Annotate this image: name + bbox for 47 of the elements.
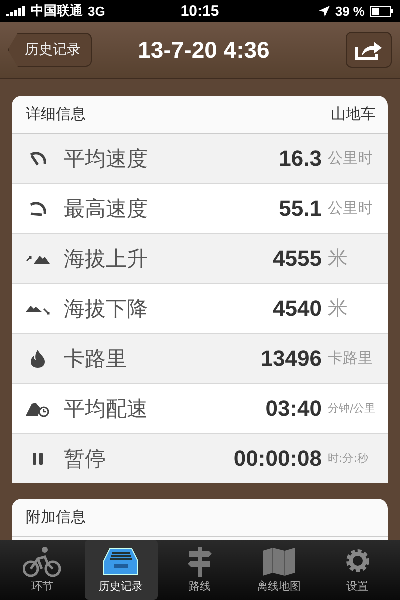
stat-value: 13496 xyxy=(260,346,322,372)
share-button[interactable] xyxy=(346,32,392,68)
gauge-icon xyxy=(28,200,48,218)
carrier-name: 中国联通 xyxy=(31,2,83,20)
tab[interactable]: 设置 xyxy=(321,540,394,600)
network-type: 3G xyxy=(88,4,106,18)
stat-label: 海拔上升 xyxy=(64,246,149,272)
tab[interactable]: 历史记录 xyxy=(84,540,158,600)
stat-value: 16.3 xyxy=(279,146,322,172)
section-title: 详细信息 xyxy=(26,105,86,124)
signal-icon xyxy=(6,6,26,16)
clock: 10:15 xyxy=(180,2,220,20)
battery-percent: 39 % xyxy=(335,4,365,18)
stat-unit: 卡路里 xyxy=(328,349,374,368)
stat-label: 暂停 xyxy=(64,446,107,472)
stat-unit: 分钟/公里 xyxy=(328,401,377,416)
back-button[interactable]: 历史记录 xyxy=(8,33,92,67)
cyclist-icon xyxy=(23,546,62,576)
stat-label: 平均配速 xyxy=(64,396,149,422)
pause-icon xyxy=(32,452,44,466)
stat-value: 00:00:08 xyxy=(234,446,322,472)
tab[interactable]: 环节 xyxy=(6,540,79,600)
stat-unit: 米 xyxy=(328,245,349,272)
stat-label: 卡路里 xyxy=(64,346,128,372)
tab[interactable]: 路线 xyxy=(164,540,236,600)
share-icon xyxy=(354,39,383,61)
stat-unit: 公里时 xyxy=(328,149,374,168)
nav-title: 13-7-20 4:36 xyxy=(138,36,270,64)
location-icon xyxy=(319,6,330,16)
stat-unit: 公里时 xyxy=(328,199,374,218)
stat-label: 平均速度 xyxy=(64,146,149,172)
battery-icon xyxy=(370,6,394,16)
tray-icon xyxy=(102,546,140,576)
stat-value: 4540 xyxy=(273,296,322,322)
stat-value: 55.1 xyxy=(279,196,322,222)
stat-unit: 米 xyxy=(328,295,349,322)
stat-value: 03:40 xyxy=(266,396,322,422)
stat-unit: 时:分:秒 xyxy=(328,451,370,466)
gauge-icon xyxy=(28,150,48,168)
tab[interactable]: 离线地图 xyxy=(242,540,316,600)
bike-type: 山地车 xyxy=(331,105,376,124)
pace-icon xyxy=(26,400,50,416)
stat-label: 最高速度 xyxy=(64,196,149,222)
flame-icon xyxy=(30,350,46,368)
stat-value: 4555 xyxy=(273,246,322,272)
section-title: 附加信息 xyxy=(26,508,86,527)
stat-label: 海拔下降 xyxy=(64,296,149,322)
